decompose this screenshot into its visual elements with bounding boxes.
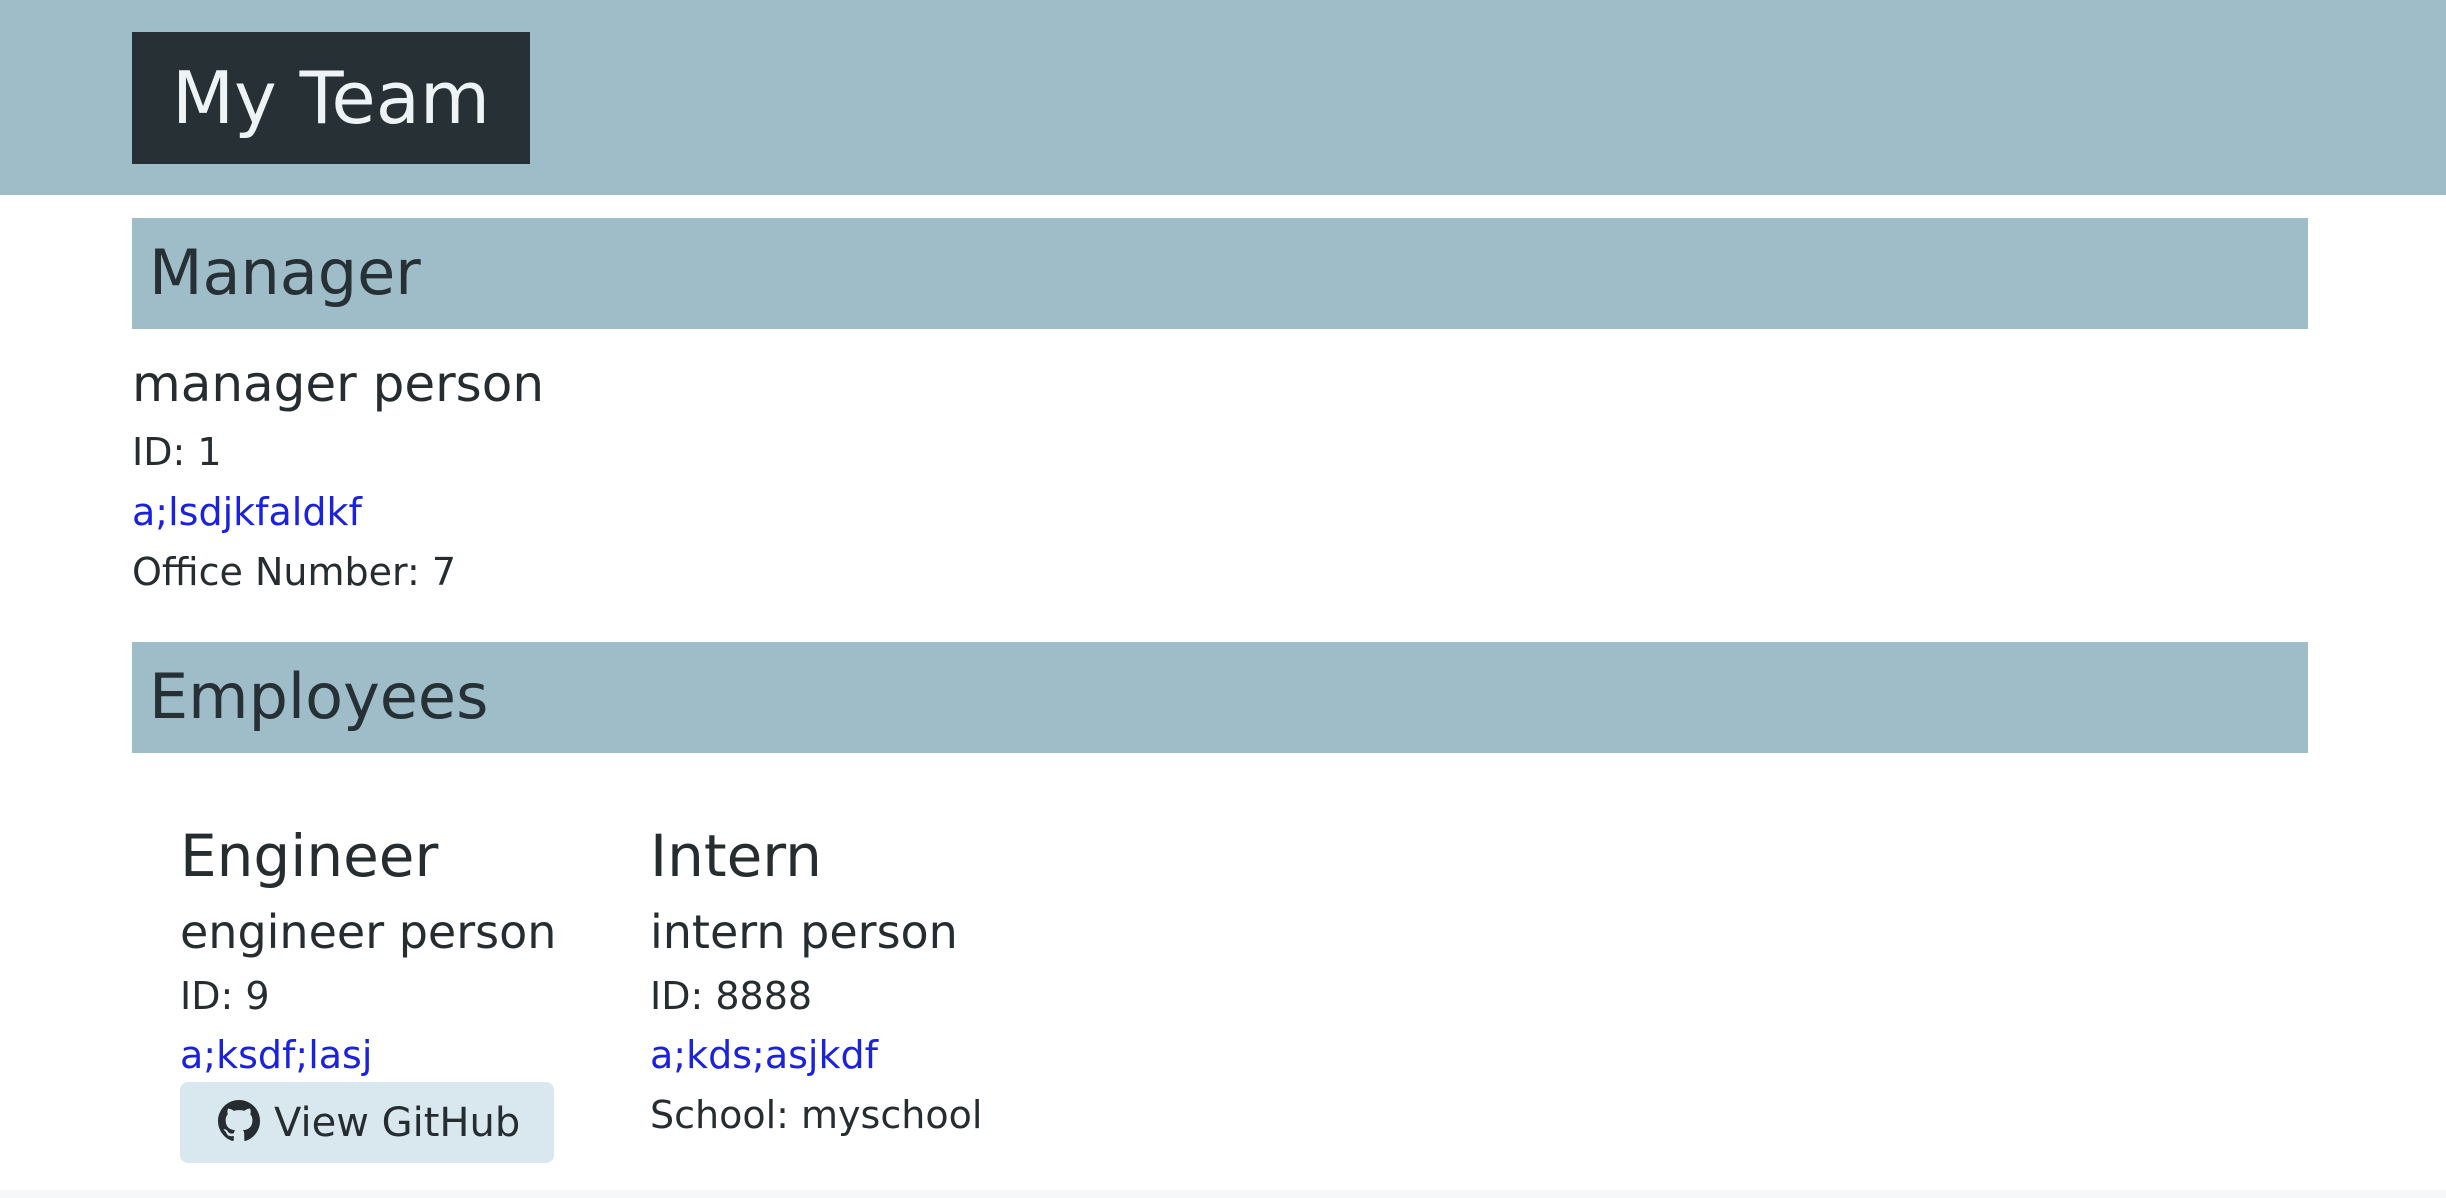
engineer-name: engineer person [180, 905, 557, 959]
manager-heading: Manager [149, 235, 421, 309]
intern-role-title: Intern [650, 822, 822, 890]
intern-name: intern person [650, 905, 958, 959]
manager-name: manager person [132, 355, 545, 413]
employees-heading: Employees [149, 659, 489, 733]
intern-id: ID: 8888 [650, 974, 813, 1018]
engineer-id: ID: 9 [180, 974, 270, 1018]
manager-email-link[interactable]: a;lsdjkfaldkf [132, 490, 362, 534]
manager-id: ID: 1 [132, 430, 222, 474]
github-icon [218, 1099, 260, 1146]
view-github-label: View GitHub [274, 1099, 521, 1146]
engineer-role-title: Engineer [180, 822, 439, 890]
team-logo: My Team [132, 32, 530, 164]
manager-section-header: Manager [132, 218, 2308, 329]
view-github-button[interactable]: View GitHub [180, 1082, 554, 1163]
intern-school: School: myschool [650, 1093, 983, 1137]
employees-section-header: Employees [132, 642, 2308, 753]
page-footer-edge [0, 1190, 2446, 1198]
page-header: My Team [0, 0, 2446, 195]
intern-email-link[interactable]: a;kds;asjkdf [650, 1033, 878, 1077]
manager-office-number: Office Number: 7 [132, 550, 457, 594]
page-title: My Team [172, 56, 490, 140]
engineer-email-link[interactable]: a;ksdf;lasj [180, 1033, 372, 1077]
